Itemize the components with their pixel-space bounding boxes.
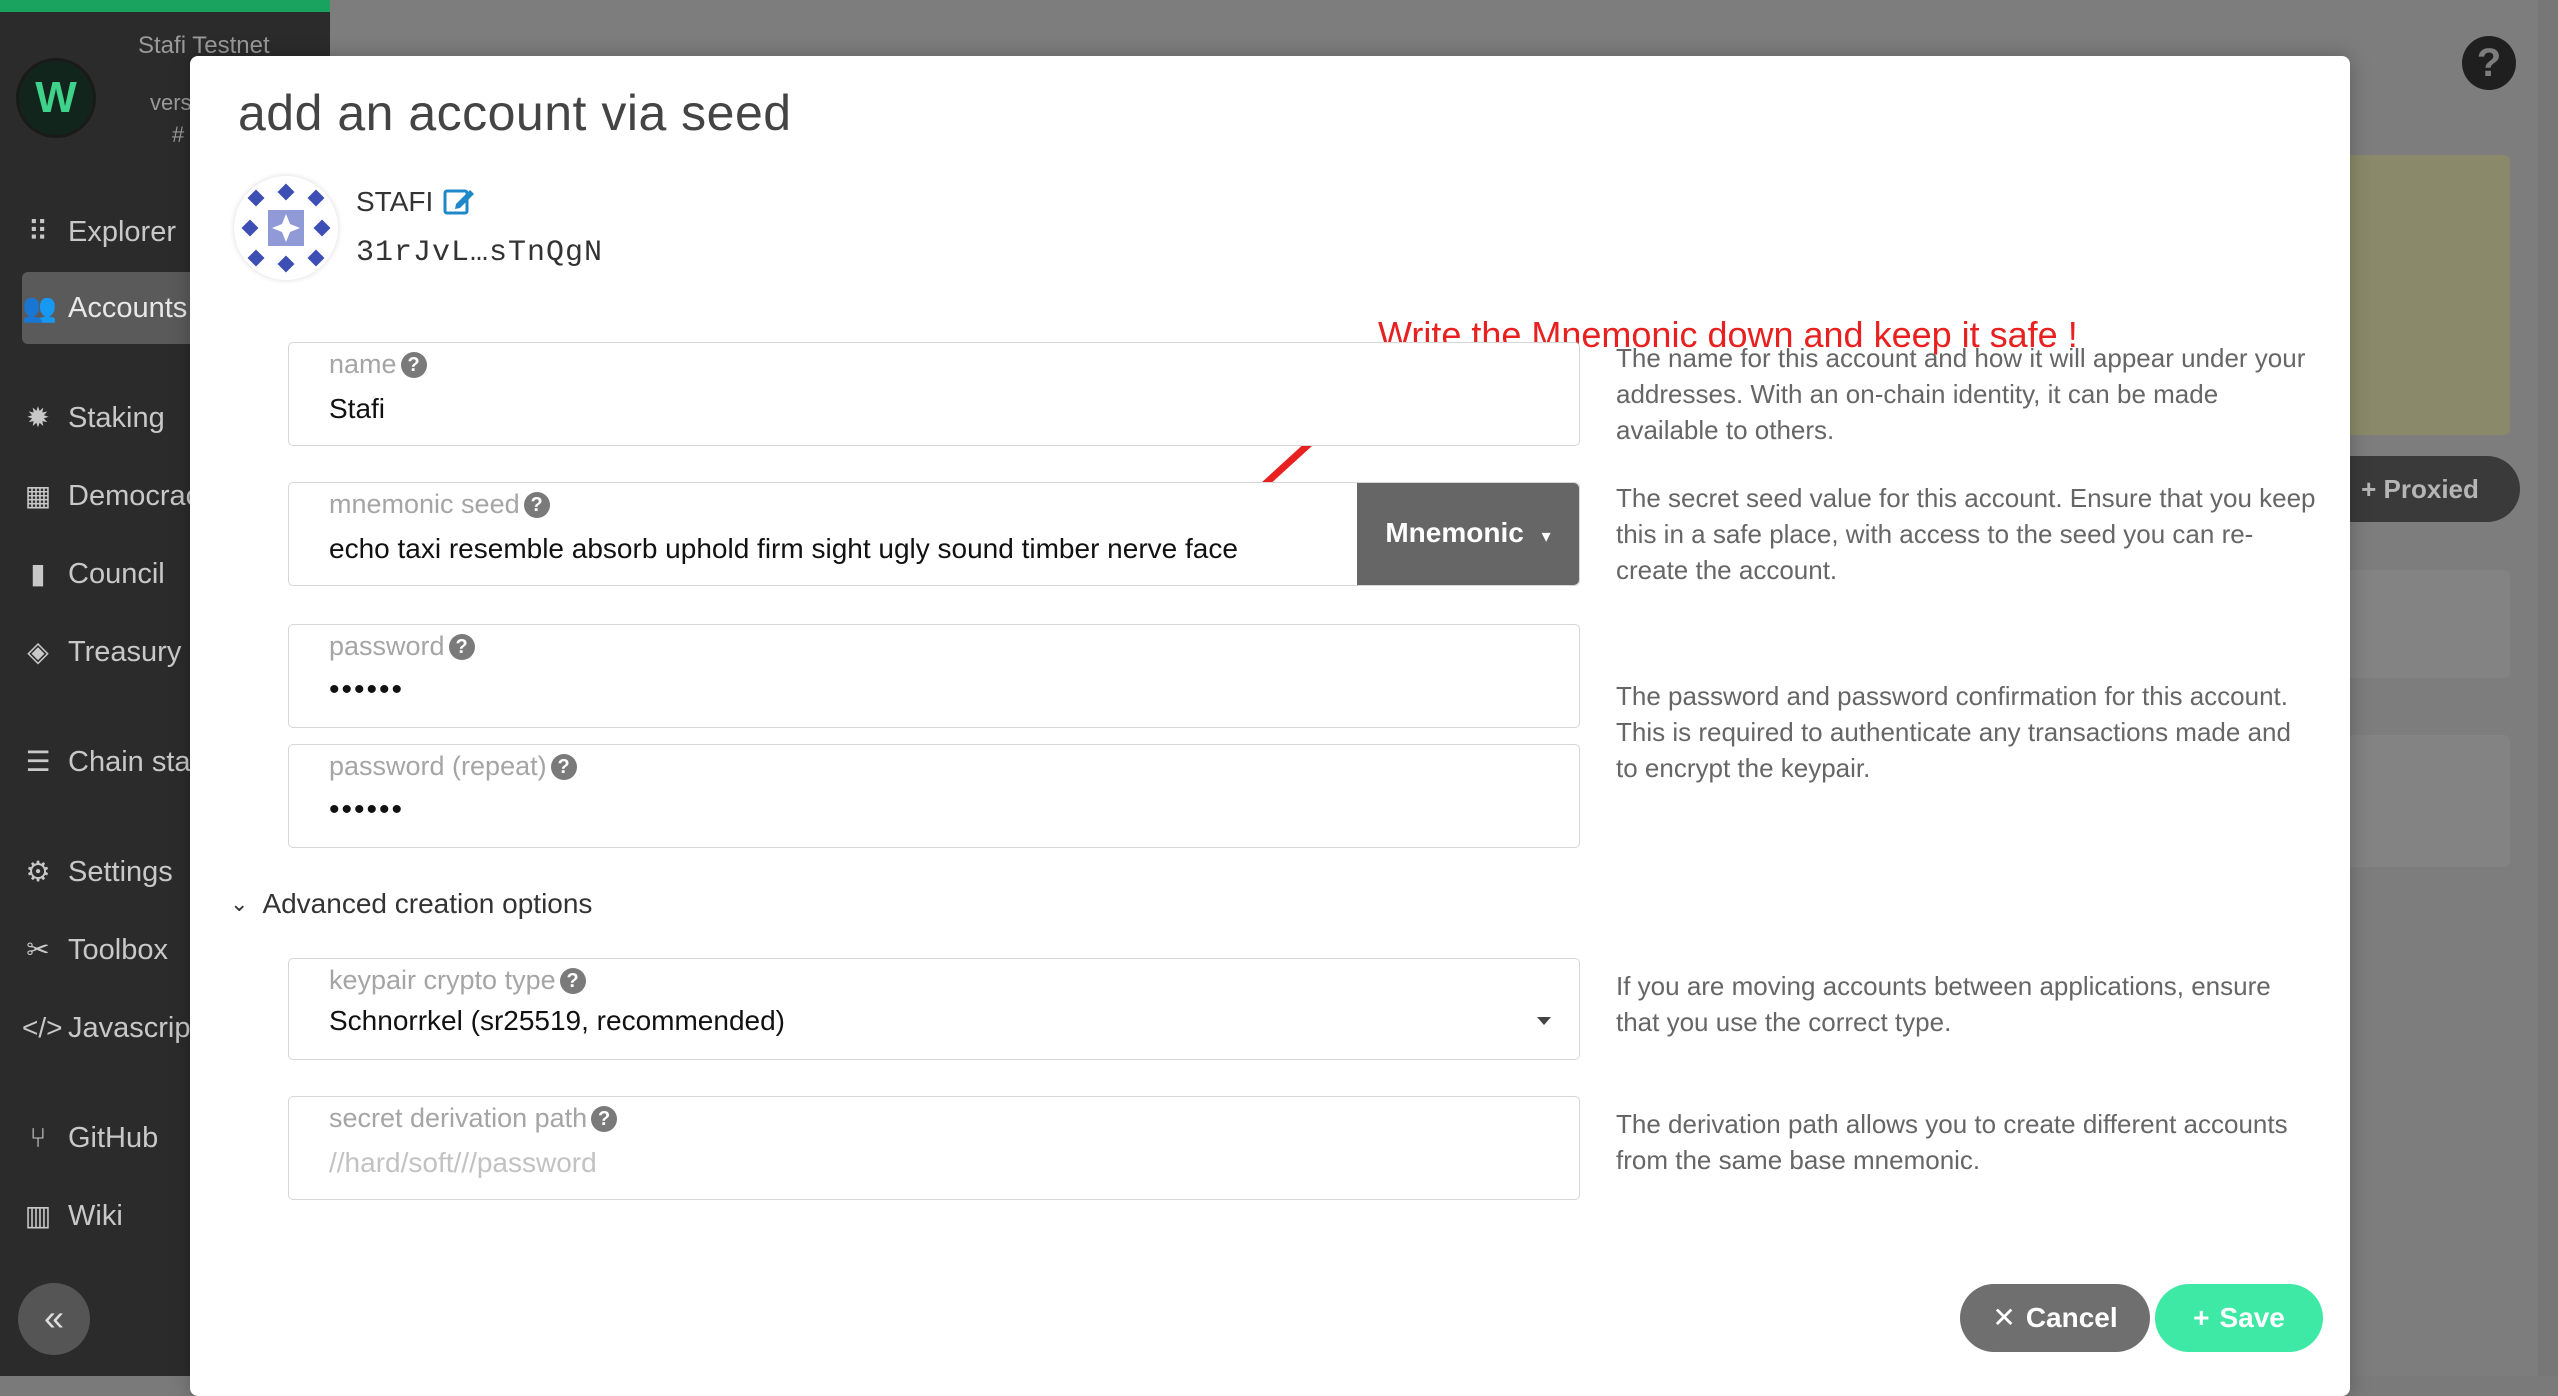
password-repeat-label: password (repeat)? <box>329 751 577 782</box>
help-question-icon[interactable]: ? <box>400 352 427 378</box>
background-card <box>2345 735 2510 867</box>
caret-down-icon: ▾ <box>1541 526 1551 546</box>
gem-icon: ◈ <box>27 636 49 667</box>
derivation-path-field[interactable]: secret derivation path? //hard/soft///pa… <box>288 1096 1580 1200</box>
derivation-path-input[interactable]: //hard/soft///password <box>329 1147 597 1179</box>
password-repeat-field[interactable]: password (repeat)? •••••• <box>288 744 1580 848</box>
branch-icon: ⑂ <box>29 1122 47 1153</box>
edit-name-icon[interactable] <box>442 184 476 223</box>
hash-label: # <box>172 122 185 147</box>
page-scrollbar[interactable] <box>2538 0 2558 1376</box>
cogs-icon: ⚙ <box>25 856 51 887</box>
crypto-type-label: keypair crypto type? <box>329 965 586 996</box>
dropdown-caret-icon <box>1537 1017 1551 1025</box>
name-input[interactable]: Stafi <box>329 393 385 425</box>
password-field[interactable]: password? •••••• <box>288 624 1580 728</box>
derivation-path-help-text: The derivation path allows you to create… <box>1616 1109 2288 1175</box>
name-field[interactable]: name? Stafi <box>288 342 1580 446</box>
derivation-path-label: secret derivation path? <box>329 1103 618 1134</box>
crypto-type-help-text: If you are moving accounts between appli… <box>1616 971 2271 1037</box>
sidebar-collapse-button[interactable]: « <box>18 1283 90 1355</box>
help-question-icon[interactable]: ? <box>523 492 550 518</box>
proxied-button[interactable]: + Proxied <box>2320 456 2520 522</box>
cog-badge-icon: ✹ <box>26 402 50 433</box>
users-icon: 👥 <box>22 292 57 323</box>
advanced-options-toggle[interactable]: ⌄ Advanced creation options <box>230 888 592 920</box>
password-label: password? <box>329 631 475 662</box>
plus-icon: + <box>2193 1302 2210 1333</box>
account-name: STAFI <box>356 186 434 217</box>
password-help-text: The password and password confirmation f… <box>1616 681 2291 783</box>
crypto-type-dropdown[interactable]: keypair crypto type? Schnorrkel (sr25519… <box>288 958 1580 1060</box>
mnemonic-help-text: The secret seed value for this account. … <box>1616 483 2316 585</box>
calendar-icon: ▦ <box>24 480 52 511</box>
help-question-icon[interactable]: ? <box>559 968 586 994</box>
double-chevron-down-icon: ⌄ <box>230 891 249 916</box>
help-question-icon[interactable]: ? <box>591 1106 618 1132</box>
tools-icon: ✂ <box>26 934 50 965</box>
cancel-button[interactable]: ✕ Cancel <box>1960 1284 2150 1352</box>
building-icon: ▮ <box>30 558 46 589</box>
grid-icon: ⠿ <box>27 216 49 247</box>
version-label: vers <box>150 90 192 115</box>
account-address: 31rJvL…sTnQgN <box>356 236 604 270</box>
name-label: name? <box>329 349 427 380</box>
account-identicon <box>234 176 338 280</box>
background-card <box>2345 570 2510 678</box>
mnemonic-field[interactable]: mnemonic seed? echo taxi resemble absorb… <box>288 482 1580 586</box>
mnemonic-input[interactable]: echo taxi resemble absorb uphold firm si… <box>329 533 1238 565</box>
help-icon[interactable]: ? <box>2462 36 2516 90</box>
help-question-icon[interactable]: ? <box>550 754 577 780</box>
crypto-type-value: Schnorrkel (sr25519, recommended) <box>329 1005 785 1036</box>
add-account-modal: add an account via seed STAFI 31rJvL…sTn… <box>190 56 2350 1396</box>
identicon-graphic <box>241 183 331 273</box>
modal-title: add an account via seed <box>238 85 792 141</box>
seed-type-dropdown-button[interactable]: Mnemonic ▾ <box>1357 483 1579 585</box>
name-help-text: The name for this account and how it wil… <box>1616 343 2306 445</box>
sidebar-top-bar <box>0 0 330 12</box>
app-logo[interactable]: W <box>16 58 96 138</box>
save-button[interactable]: + Save <box>2155 1284 2323 1352</box>
double-chevron-left-icon: « <box>43 1297 65 1338</box>
code-icon: </> <box>22 1012 63 1043</box>
database-icon: ☰ <box>25 746 51 777</box>
password-repeat-input[interactable]: •••••• <box>329 793 404 827</box>
help-question-icon[interactable]: ? <box>448 634 475 660</box>
mnemonic-label: mnemonic seed? <box>329 489 550 520</box>
background-panel <box>2345 155 2510 435</box>
book-icon: ▥ <box>24 1200 52 1231</box>
password-input[interactable]: •••••• <box>329 673 404 707</box>
close-icon: ✕ <box>1992 1302 2016 1333</box>
